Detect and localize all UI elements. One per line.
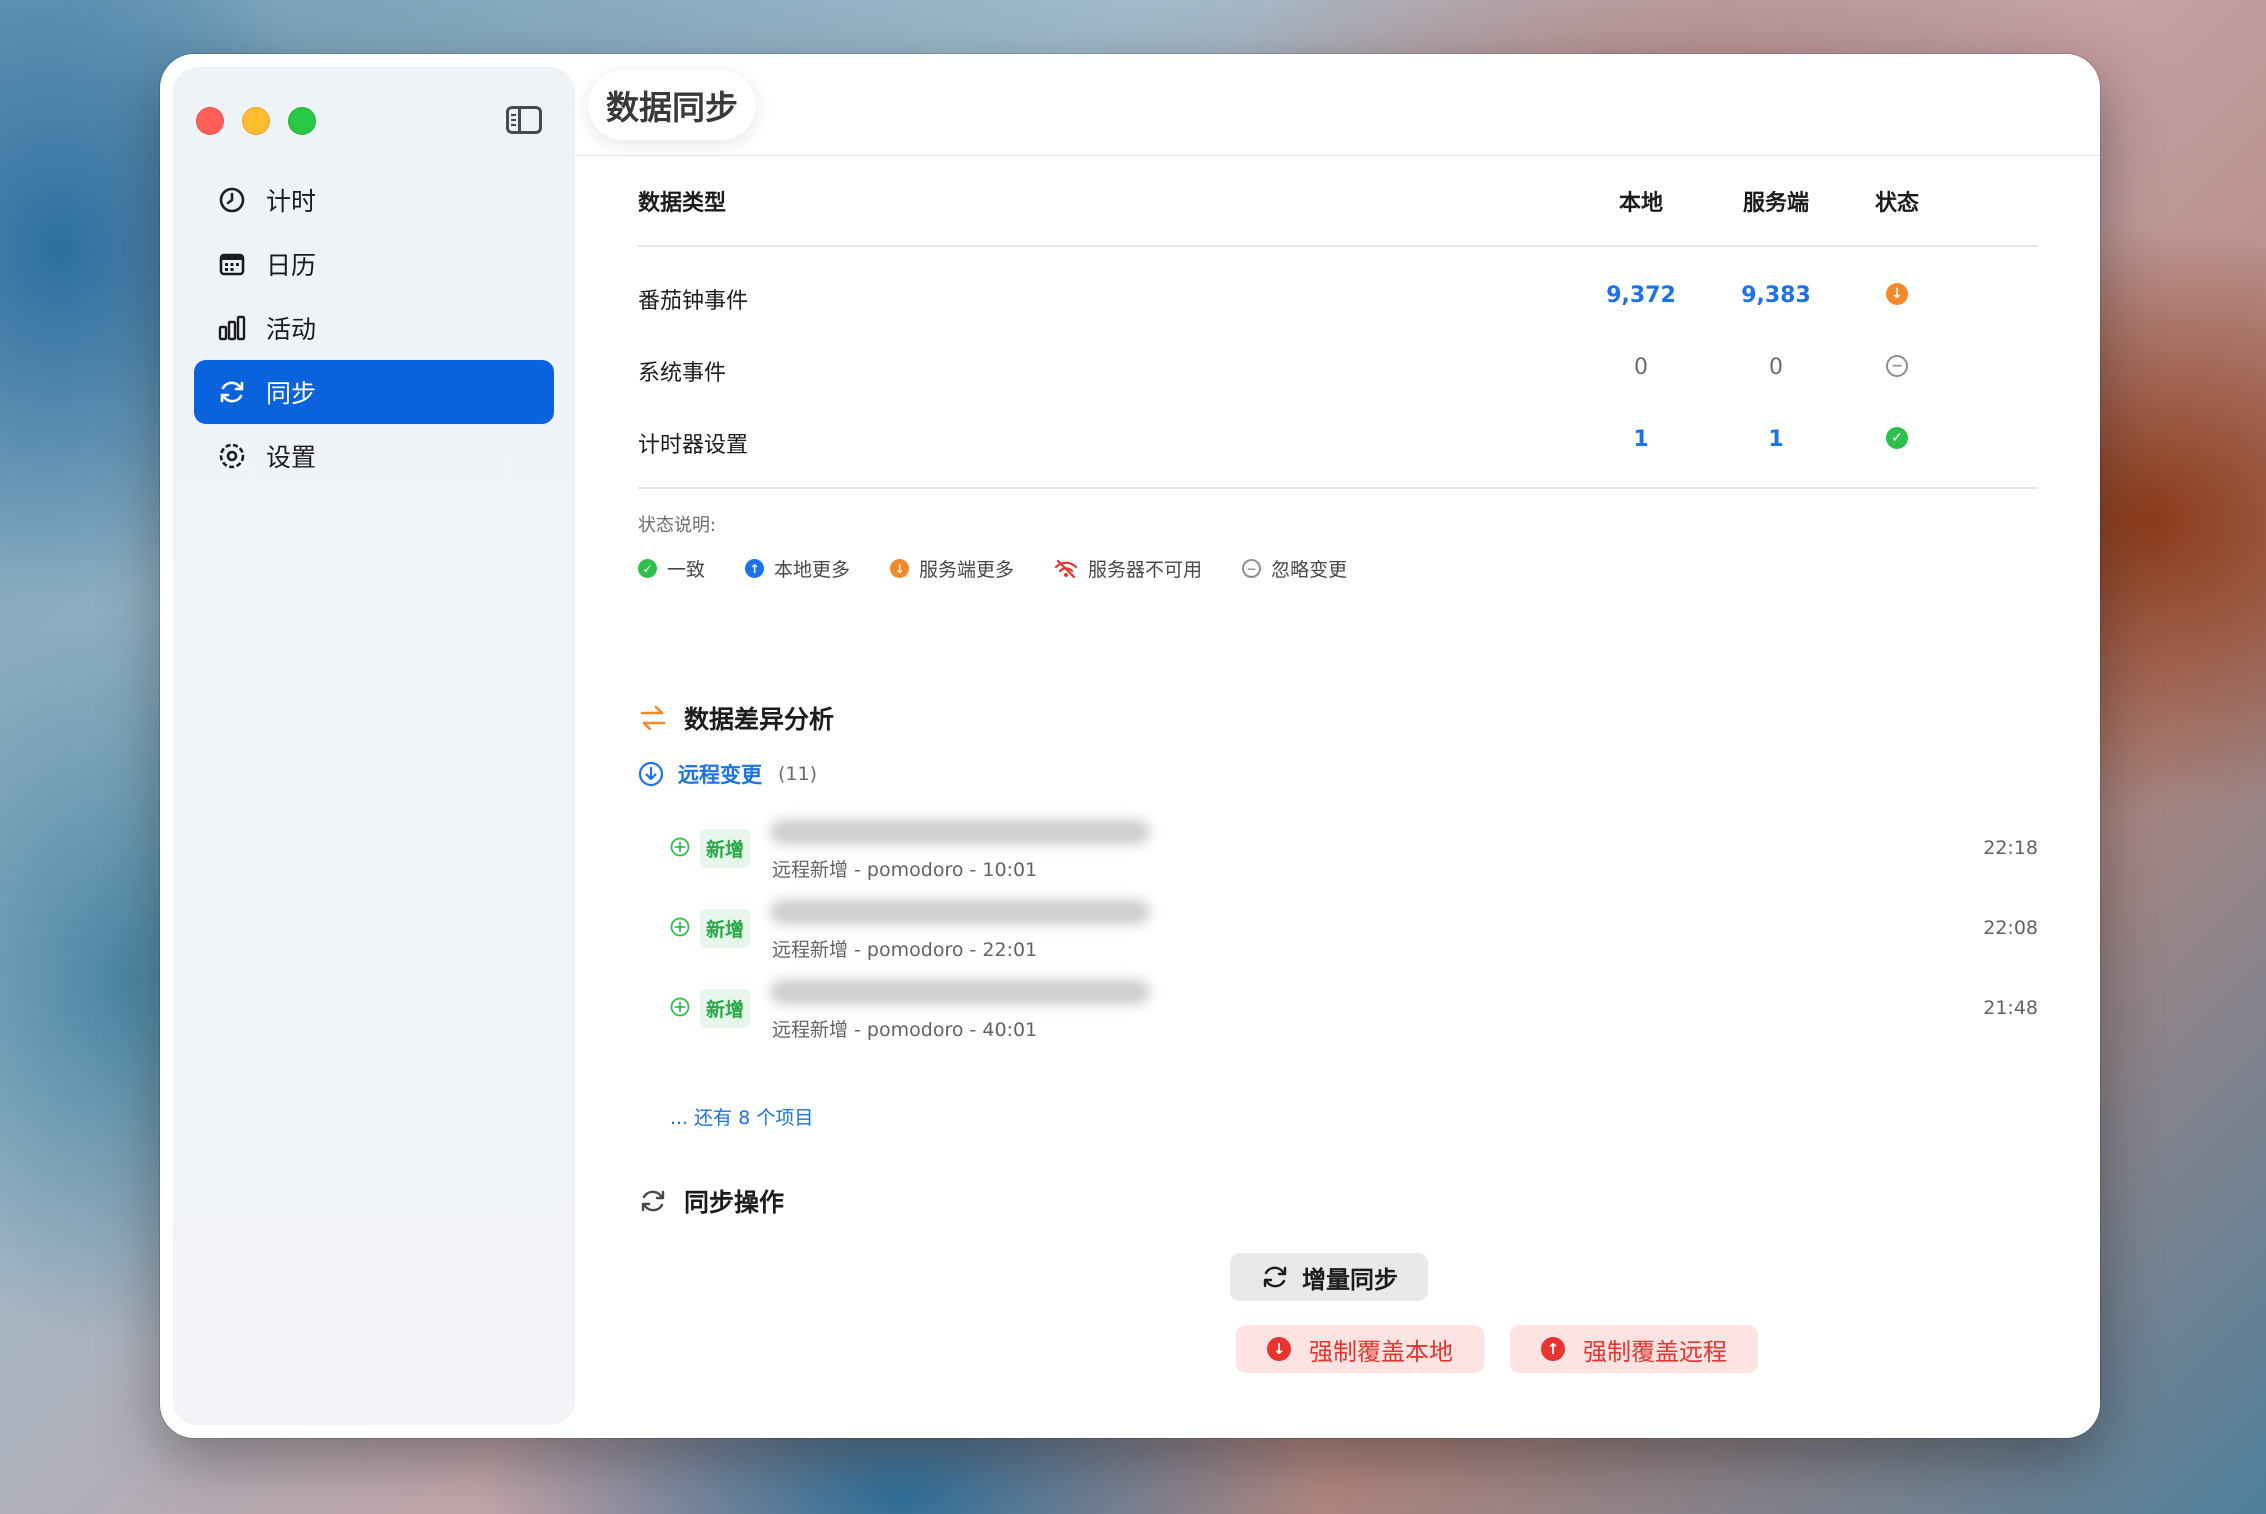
sidebar-item-calendar[interactable]: 日历 — [194, 232, 554, 296]
legend-consistent: ✓ 一致 — [638, 555, 705, 582]
wifi-off-icon — [1054, 559, 1078, 578]
legend-server-more: ↓ 服务端更多 — [890, 555, 1014, 582]
sidebar-item-label: 活动 — [266, 315, 317, 344]
list-item[interactable]: 新增 远程新增 - pomodoro - 22:01 22:08 — [668, 895, 2038, 975]
sidebar-item-label: 日历 — [266, 251, 317, 280]
remote-changes-toggle[interactable]: 远程变更 (11) — [638, 759, 817, 789]
sidebar: 计时 日历 活动 同步 设置 — [174, 68, 574, 1424]
legend-local-more: ↑ 本地更多 — [745, 555, 850, 582]
table-row: 系统事件 0 0 − — [638, 333, 2038, 405]
close-window-button[interactable] — [196, 107, 224, 135]
table-body: 番茄钟事件 9,372 9,383 ↓ 系统事件 0 0 − 计时器设置 1 1… — [638, 247, 2038, 489]
table-row: 番茄钟事件 9,372 9,383 ↓ — [638, 261, 2038, 333]
diff-section-title: 数据差异分析 — [638, 700, 834, 736]
sidebar-item-sync[interactable]: 同步 — [194, 360, 554, 424]
force-overwrite-remote-button[interactable]: ↑ 强制覆盖远程 — [1510, 1325, 1758, 1373]
force-overwrite-local-button[interactable]: ↓ 强制覆盖本地 — [1236, 1325, 1484, 1373]
main-content: 数据类型 本地 服务端 状态 番茄钟事件 9,372 9,383 ↓ 系统事件 … — [638, 155, 2038, 1373]
item-subtitle: 远程新增 - pomodoro - 22:01 — [772, 939, 1038, 961]
row-type: 番茄钟事件 — [638, 289, 749, 314]
item-subtitle: 远程新增 - pomodoro - 40:01 — [772, 1019, 1038, 1041]
header-server: 服务端 — [1742, 191, 1809, 216]
swap-arrows-icon — [640, 705, 666, 731]
row-type: 计时器设置 — [638, 433, 749, 458]
arrow-up-icon: ↑ — [1541, 1337, 1565, 1361]
status-ignore-icon: − — [1877, 355, 1917, 377]
status-consistent-icon: ✓ — [1877, 427, 1917, 449]
item-time: 22:18 — [1983, 837, 2038, 859]
legend-title: 状态说明: — [638, 515, 717, 536]
minus-circle-icon: − — [1242, 559, 1262, 578]
timer-icon — [216, 184, 248, 216]
arrow-down-icon: ↓ — [890, 559, 910, 578]
row-local-count: 1 — [1633, 427, 1649, 452]
legend-server-unavailable: 服务器不可用 — [1054, 555, 1202, 582]
sidebar-item-label: 计时 — [266, 187, 317, 216]
sidebar-item-settings[interactable]: 设置 — [194, 424, 554, 488]
blurred-item-title — [770, 899, 1150, 925]
more-items-link[interactable]: ... 还有 8 个项目 — [670, 1103, 813, 1130]
row-local-count: 0 — [1634, 355, 1648, 380]
sync-icon — [216, 376, 248, 408]
item-time: 22:08 — [1983, 917, 2038, 939]
row-local-count: 9,372 — [1606, 283, 1676, 308]
plus-circle-icon — [670, 917, 690, 937]
list-item[interactable]: 新增 远程新增 - pomodoro - 10:01 22:18 — [668, 815, 2038, 895]
arrow-down-icon: ↓ — [1267, 1337, 1291, 1361]
sidebar-item-activity[interactable]: 活动 — [194, 296, 554, 360]
sidebar-item-label: 同步 — [266, 379, 317, 408]
sync-icon — [641, 1190, 665, 1212]
arrow-down-circle-icon — [638, 761, 664, 787]
blurred-item-title — [770, 979, 1150, 1005]
header-status: 状态 — [1874, 191, 1919, 216]
plus-circle-icon — [670, 997, 690, 1017]
remote-changes-label: 远程变更 — [678, 763, 762, 787]
status-legend: ✓ 一致 ↑ 本地更多 ↓ 服务端更多 服务器不可用 − 忽略变更 — [638, 555, 2038, 582]
sidebar-nav: 计时 日历 活动 同步 设置 — [194, 168, 554, 488]
incremental-sync-button[interactable]: 增量同步 — [1230, 1253, 1428, 1301]
added-badge: 新增 — [700, 989, 751, 1028]
status-server-more-icon: ↓ — [1877, 283, 1917, 305]
header-type: 数据类型 — [638, 191, 727, 216]
blurred-item-title — [770, 819, 1150, 845]
sync-icon — [1263, 1266, 1287, 1288]
table-header: 数据类型 本地 服务端 状态 — [638, 155, 2038, 247]
plus-circle-icon — [670, 837, 690, 857]
added-badge: 新增 — [700, 829, 751, 868]
item-subtitle: 远程新增 - pomodoro - 10:01 — [772, 859, 1038, 881]
table-row: 计时器设置 1 1 ✓ — [638, 405, 2038, 477]
item-time: 21:48 — [1983, 997, 2038, 1019]
diff-list: 新增 远程新增 - pomodoro - 10:01 22:18 新增 远程新增… — [668, 815, 2038, 1055]
page-title: 数据同步 — [588, 70, 756, 140]
sidebar-item-timer[interactable]: 计时 — [194, 168, 554, 232]
arrow-up-icon: ↑ — [745, 559, 765, 578]
header-local: 本地 — [1618, 191, 1663, 216]
row-server-count: 9,383 — [1741, 283, 1811, 308]
row-server-count: 1 — [1768, 427, 1784, 452]
row-type: 系统事件 — [638, 361, 727, 386]
sidebar-toggle-icon[interactable] — [506, 106, 542, 134]
ops-section-title: 同步操作 — [638, 1183, 784, 1219]
remote-changes-count: (11) — [778, 763, 818, 785]
chart-icon — [216, 312, 248, 344]
zoom-window-button[interactable] — [288, 107, 316, 135]
calendar-icon — [216, 248, 248, 280]
gear-icon — [216, 440, 248, 472]
minimize-window-button[interactable] — [242, 107, 270, 135]
sidebar-item-label: 设置 — [266, 443, 317, 472]
app-window: 计时 日历 活动 同步 设置 数据同步 数据类型 本地 服务端 状态 番茄钟事件… — [160, 54, 2100, 1438]
check-icon: ✓ — [638, 559, 657, 578]
list-item[interactable]: 新增 远程新增 - pomodoro - 40:01 21:48 — [668, 975, 2038, 1055]
row-server-count: 0 — [1769, 355, 1783, 380]
legend-ignore: − 忽略变更 — [1242, 555, 1347, 582]
added-badge: 新增 — [700, 909, 751, 948]
